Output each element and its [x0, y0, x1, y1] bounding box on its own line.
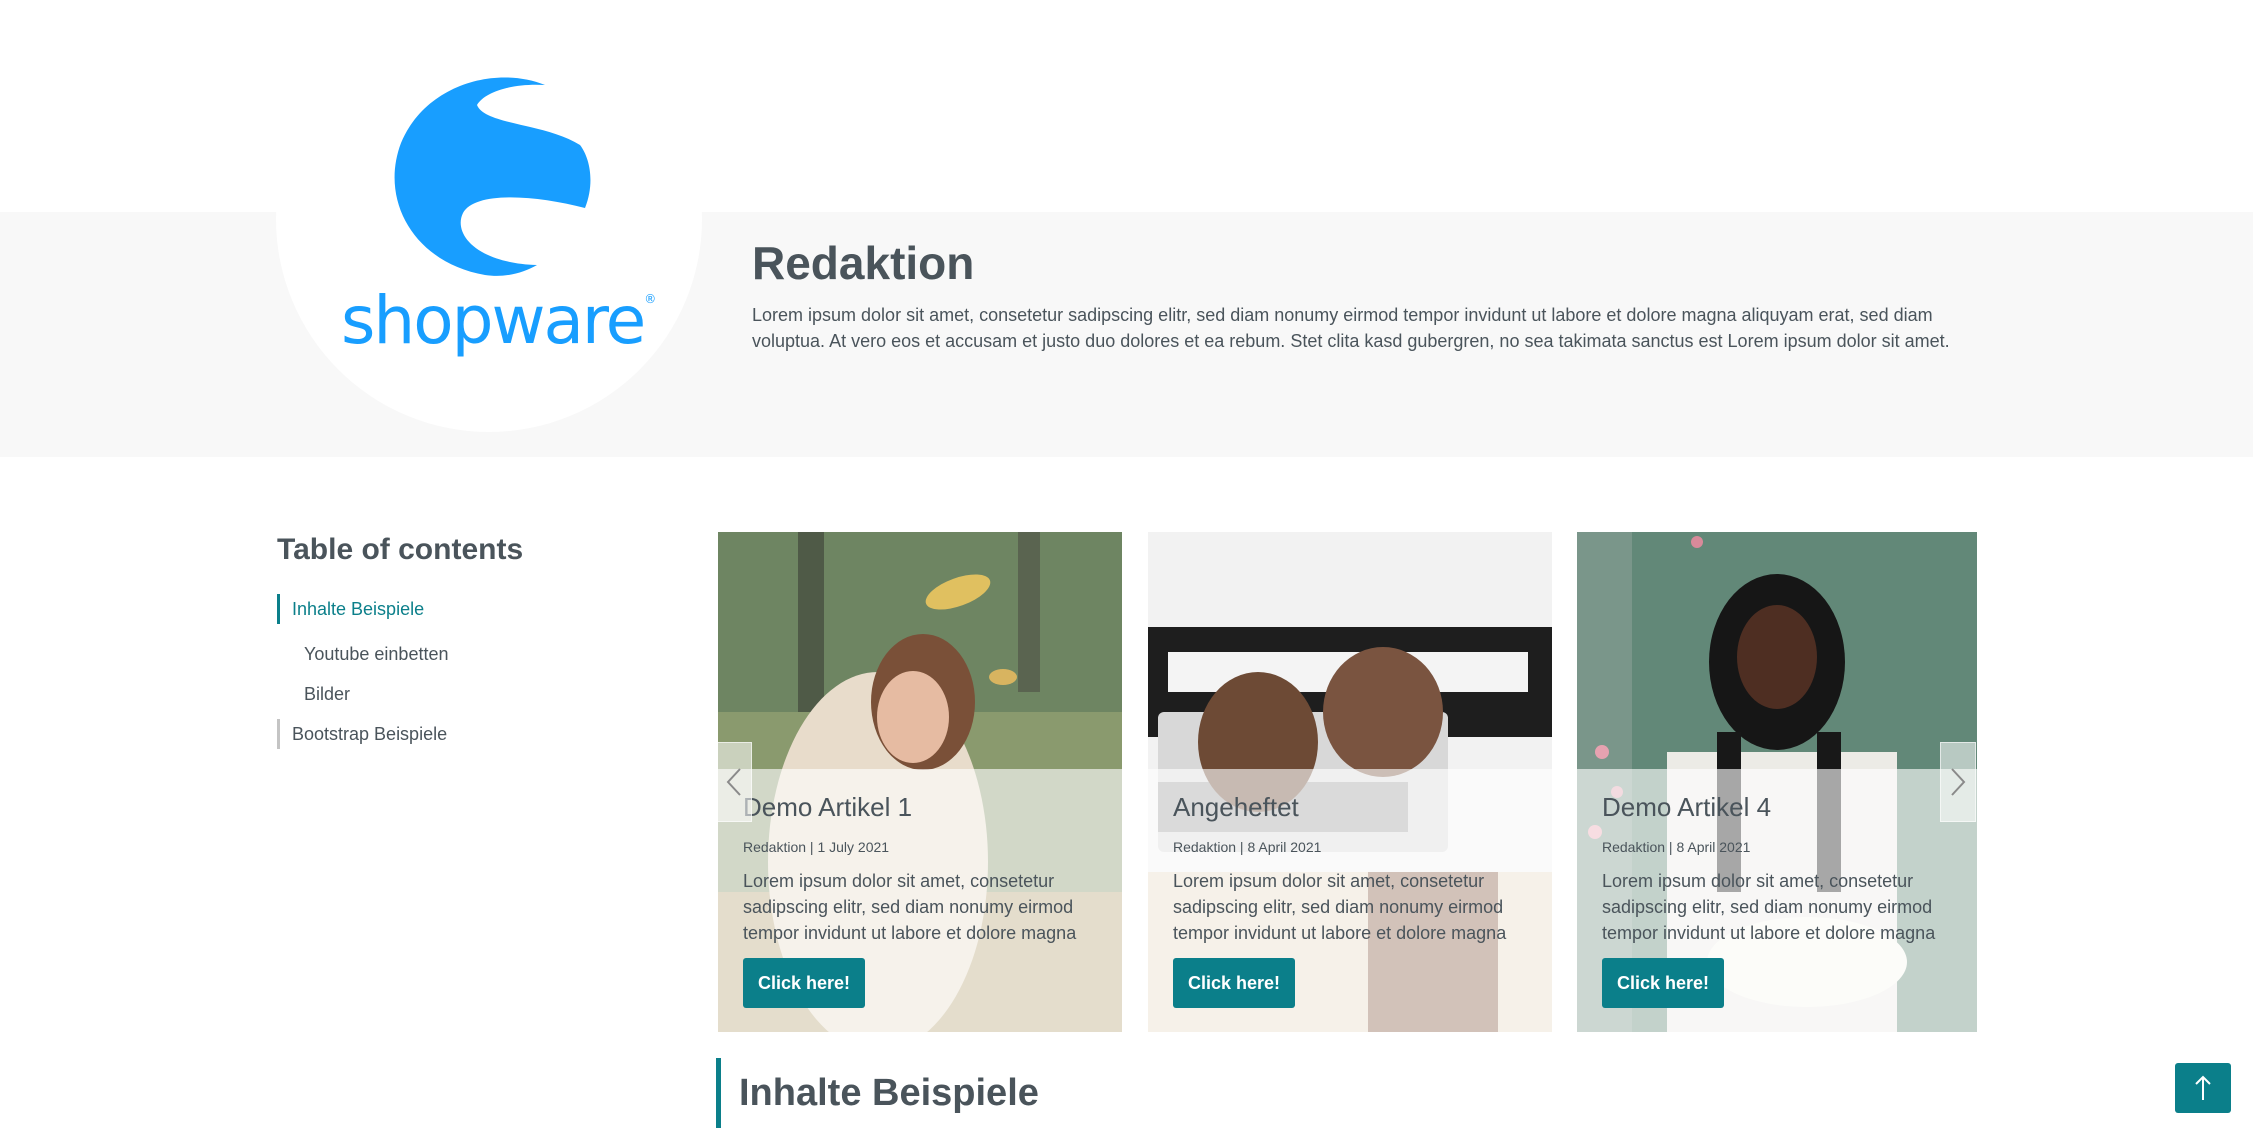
shopware-logo-icon — [394, 77, 591, 276]
slider-prev-button[interactable] — [716, 742, 752, 822]
toc-link-bootstrap-beispiele[interactable]: Bootstrap Beispiele — [277, 719, 447, 749]
card-excerpt: Lorem ipsum dolor sit amet, consetetur s… — [1602, 871, 1936, 943]
card-excerpt: Lorem ipsum dolor sit amet, consetetur s… — [1173, 871, 1507, 943]
card-meta: Redaktion | 1 July 2021 — [743, 839, 890, 855]
click-here-button[interactable]: Click here! — [743, 958, 865, 1008]
click-here-button[interactable]: Click here! — [1602, 958, 1724, 1008]
chevron-right-icon — [1951, 768, 1966, 796]
card-excerpt: Lorem ipsum dolor sit amet, consetetur s… — [743, 871, 1077, 943]
article-card[interactable]: Demo Artikel 4 Redaktion | 8 April 2021 … — [1577, 532, 1977, 1032]
shopware-logo-wordmark: shopware® — [341, 282, 657, 359]
author-name: Redaktion — [752, 237, 975, 289]
card-meta: Redaktion | 8 April 2021 — [1602, 839, 1751, 855]
card-title[interactable]: Angeheftet — [1173, 792, 1299, 823]
card-title[interactable]: Demo Artikel 4 — [1602, 792, 1771, 823]
chevron-left-icon — [726, 768, 741, 796]
slider-next-button[interactable] — [1940, 742, 1976, 822]
article-card[interactable]: Angeheftet Redaktion | 8 April 2021 Lore… — [1148, 532, 1552, 1032]
author-bio: Lorem ipsum dolor sit amet, consetetur s… — [752, 305, 1950, 351]
scroll-to-top-button[interactable] — [2175, 1063, 2231, 1113]
arrow-up-icon — [2195, 1075, 2211, 1100]
click-here-button[interactable]: Click here! — [1173, 958, 1295, 1008]
toc-link-inhalte-beispiele[interactable]: Inhalte Beispiele — [277, 594, 424, 624]
card-meta: Redaktion | 8 April 2021 — [1173, 839, 1322, 855]
toc-link-youtube-einbetten[interactable]: Youtube einbetten — [304, 639, 448, 669]
toc-link-bilder[interactable]: Bilder — [304, 679, 350, 709]
card-title[interactable]: Demo Artikel 1 — [743, 792, 912, 823]
section-heading: Inhalte Beispiele — [716, 1058, 1039, 1128]
article-card[interactable]: Demo Artikel 1 Redaktion | 1 July 2021 L… — [718, 532, 1122, 1032]
toc-title: Table of contents — [277, 533, 524, 566]
